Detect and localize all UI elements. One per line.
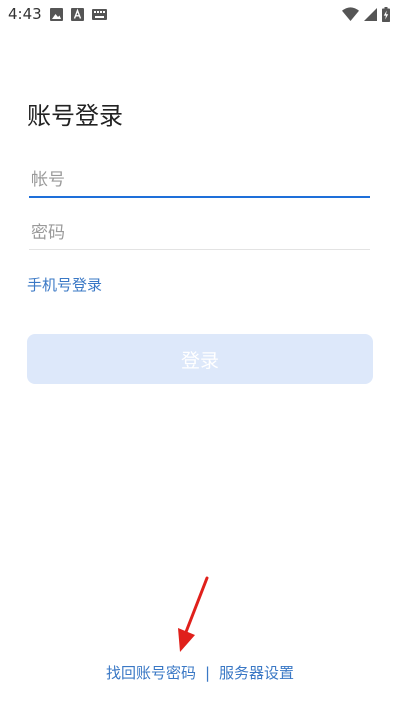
status-left-icons: [50, 7, 107, 21]
keyboard-icon: [92, 8, 107, 20]
image-icon: [50, 7, 63, 21]
wifi-icon: [342, 7, 359, 21]
status-bar: 4:43: [0, 0, 400, 28]
account-input[interactable]: [29, 164, 371, 196]
page-title: 账号登录: [27, 102, 123, 130]
status-time: 4:43: [8, 5, 42, 23]
password-input[interactable]: [29, 217, 371, 249]
footer-links: 找回账号密码 | 服务器设置: [0, 662, 400, 683]
phone-login-link[interactable]: 手机号登录: [27, 274, 102, 295]
password-input-underline: [29, 249, 370, 250]
signal-icon: [364, 7, 377, 21]
footer-separator: |: [204, 664, 211, 682]
status-right-icons: [342, 5, 390, 23]
text-a-icon: [71, 7, 84, 21]
find-account-password-link[interactable]: 找回账号密码: [106, 664, 196, 682]
account-input-underline: [29, 196, 370, 198]
login-button[interactable]: 登录: [27, 334, 373, 384]
server-settings-link[interactable]: 服务器设置: [219, 664, 294, 682]
battery-charging-icon: [382, 6, 390, 22]
